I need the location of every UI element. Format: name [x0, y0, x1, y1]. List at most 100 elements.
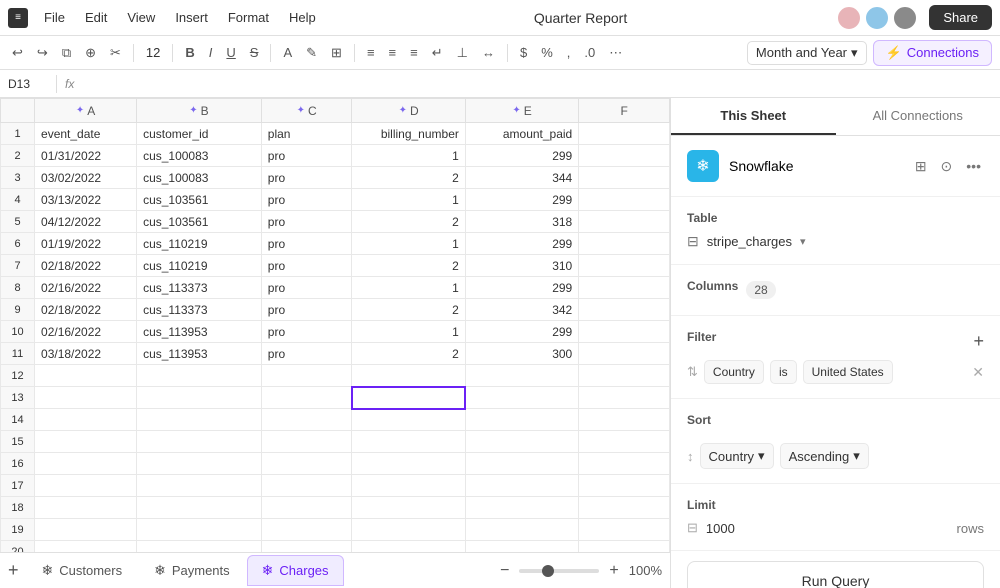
cell-11c[interactable]: pro: [261, 343, 352, 365]
cell-3a[interactable]: 03/02/2022: [35, 167, 137, 189]
bold-button[interactable]: B: [181, 43, 198, 62]
col-header-a[interactable]: ✦ A: [35, 99, 137, 123]
currency-button[interactable]: $: [516, 43, 531, 62]
cell-10a[interactable]: 02/16/2022: [35, 321, 137, 343]
cell-4b[interactable]: cus_103561: [137, 189, 262, 211]
share-button[interactable]: Share: [929, 5, 992, 30]
col-header-f[interactable]: F: [579, 99, 670, 123]
cell-20d[interactable]: [352, 541, 465, 553]
text-color-button[interactable]: A: [279, 43, 296, 62]
filter-remove-button[interactable]: ✕: [972, 364, 984, 381]
cell-20e[interactable]: [465, 541, 578, 553]
cell-19e[interactable]: [465, 519, 578, 541]
italic-button[interactable]: I: [205, 43, 217, 62]
cell-19b[interactable]: [137, 519, 262, 541]
cell-7c[interactable]: pro: [261, 255, 352, 277]
menu-file[interactable]: File: [36, 6, 73, 29]
menu-format[interactable]: Format: [220, 6, 277, 29]
cell-2e[interactable]: 299: [465, 145, 578, 167]
cell-13b[interactable]: [137, 387, 262, 409]
filter-value-tag[interactable]: United States: [803, 360, 893, 384]
cell-5c[interactable]: pro: [261, 211, 352, 233]
run-query-button[interactable]: Run Query: [687, 561, 984, 588]
zoom-in-button[interactable]: +: [605, 562, 622, 580]
menu-help[interactable]: Help: [281, 6, 324, 29]
cell-12d[interactable]: [352, 365, 465, 387]
cell-6c[interactable]: pro: [261, 233, 352, 255]
cell-8a[interactable]: 02/16/2022: [35, 277, 137, 299]
cell-6e[interactable]: 299: [465, 233, 578, 255]
tab-customers[interactable]: ❄ Customers: [27, 555, 138, 586]
col-header-d[interactable]: ✦ D: [352, 99, 465, 123]
cell-10d[interactable]: 1: [352, 321, 465, 343]
add-sheet-button[interactable]: +: [8, 560, 19, 581]
cell-15c[interactable]: [261, 431, 352, 453]
cell-9f[interactable]: [579, 299, 670, 321]
cell-1a[interactable]: event_date: [35, 123, 137, 145]
cell-20a[interactable]: [35, 541, 137, 553]
cell-3f[interactable]: [579, 167, 670, 189]
cell-10b[interactable]: cus_113953: [137, 321, 262, 343]
cell-15a[interactable]: [35, 431, 137, 453]
cell-18c[interactable]: [261, 497, 352, 519]
table-button[interactable]: ⊞: [327, 43, 346, 63]
cell-13f[interactable]: [579, 387, 670, 409]
cell-13c[interactable]: [261, 387, 352, 409]
cell-8d[interactable]: 1: [352, 277, 465, 299]
col-header-e[interactable]: ✦ E: [465, 99, 578, 123]
cell-19a[interactable]: [35, 519, 137, 541]
cell-9d[interactable]: 2: [352, 299, 465, 321]
cell-13d[interactable]: [352, 387, 465, 409]
cell-3d[interactable]: 2: [352, 167, 465, 189]
cell-7f[interactable]: [579, 255, 670, 277]
cell-18d[interactable]: [352, 497, 465, 519]
cell-5b[interactable]: cus_103561: [137, 211, 262, 233]
cell-6b[interactable]: cus_110219: [137, 233, 262, 255]
menu-insert[interactable]: Insert: [167, 6, 216, 29]
zoom-out-button[interactable]: −: [496, 562, 513, 580]
cell-20c[interactable]: [261, 541, 352, 553]
tab-all-connections[interactable]: All Connections: [836, 98, 1000, 135]
cell-14a[interactable]: [35, 409, 137, 431]
cell-3b[interactable]: cus_100083: [137, 167, 262, 189]
undo-button[interactable]: ↩: [8, 43, 27, 63]
table-selector[interactable]: ⊟ stripe_charges ▾: [687, 233, 984, 250]
underline-button[interactable]: U: [222, 43, 239, 62]
cell-14c[interactable]: [261, 409, 352, 431]
cell-6d[interactable]: 1: [352, 233, 465, 255]
cell-16d[interactable]: [352, 453, 465, 475]
percent-button[interactable]: %: [537, 43, 557, 62]
duplicate-button[interactable]: ⊕: [81, 43, 100, 63]
wrap-button[interactable]: ↵: [428, 43, 447, 63]
cell-17b[interactable]: [137, 475, 262, 497]
cell-9c[interactable]: pro: [261, 299, 352, 321]
cell-2a[interactable]: 01/31/2022: [35, 145, 137, 167]
cell-3e[interactable]: 344: [465, 167, 578, 189]
cell-16c[interactable]: [261, 453, 352, 475]
cell-5a[interactable]: 04/12/2022: [35, 211, 137, 233]
cell-19d[interactable]: [352, 519, 465, 541]
cell-11e[interactable]: 300: [465, 343, 578, 365]
cell-5e[interactable]: 318: [465, 211, 578, 233]
cell-2d[interactable]: 1: [352, 145, 465, 167]
cell-17d[interactable]: [352, 475, 465, 497]
format-more-button[interactable]: ⋯: [605, 43, 626, 63]
strikethrough-button[interactable]: S: [246, 43, 263, 62]
cell-12a[interactable]: [35, 365, 137, 387]
cell-5d[interactable]: 2: [352, 211, 465, 233]
cell-1e[interactable]: amount_paid: [465, 123, 578, 145]
month-year-button[interactable]: Month and Year ▾: [747, 41, 867, 65]
cell-12c[interactable]: [261, 365, 352, 387]
sort-order-selector[interactable]: Ascending ▾: [780, 443, 869, 469]
cell-12f[interactable]: [579, 365, 670, 387]
cell-16f[interactable]: [579, 453, 670, 475]
align-left-button[interactable]: ≡: [363, 43, 379, 62]
cell-15f[interactable]: [579, 431, 670, 453]
align-center-button[interactable]: ≡: [385, 43, 401, 62]
cell-8e[interactable]: 299: [465, 277, 578, 299]
cell-14d[interactable]: [352, 409, 465, 431]
cell-17f[interactable]: [579, 475, 670, 497]
cell-9e[interactable]: 342: [465, 299, 578, 321]
cell-13e[interactable]: [465, 387, 578, 409]
zoom-slider[interactable]: [519, 569, 599, 573]
